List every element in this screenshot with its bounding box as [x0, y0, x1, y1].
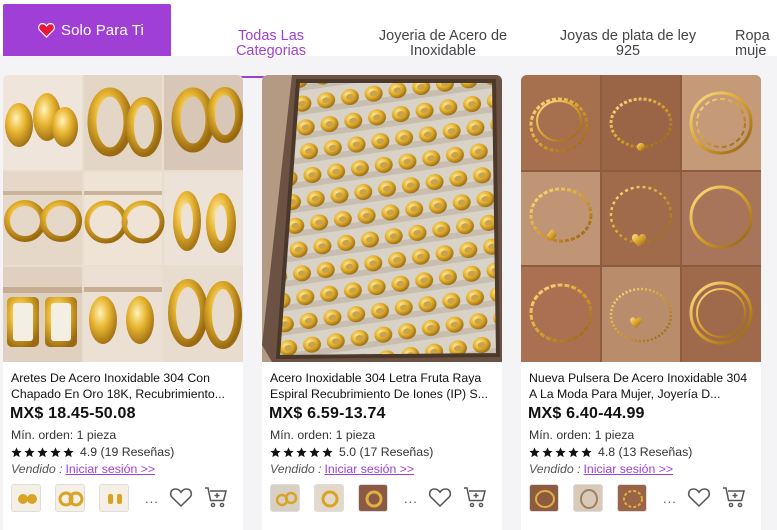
solo-para-ti-label: Solo Para Ti: [61, 21, 144, 39]
product-rating: 4.9 (19 Reseñas): [11, 445, 174, 459]
variant-swatch[interactable]: [11, 484, 41, 512]
login-link[interactable]: Iniciar sesión >>: [584, 462, 674, 476]
star-icon: [296, 446, 307, 457]
star-icon: [283, 446, 294, 457]
star-icon: [568, 446, 579, 457]
variant-swatch[interactable]: [529, 484, 559, 512]
add-to-cart-icon[interactable]: [463, 485, 487, 509]
star-icon: [322, 446, 333, 457]
star-icon: [24, 446, 35, 457]
category-nav: Solo Para Ti Todas Las Categorias Joyeri…: [0, 0, 777, 78]
min-order: Mín. orden: 1 pieza: [529, 428, 635, 442]
variant-swatch[interactable]: [270, 484, 300, 512]
variant-swatch[interactable]: [358, 484, 388, 512]
rating-text: 4.9 (19 Reseñas): [80, 445, 175, 459]
product-title[interactable]: Aretes De Acero Inoxidable 304 Con Chapa…: [11, 370, 237, 402]
seller-line: Vendido : Iniciar sesión >>: [270, 462, 414, 476]
variant-swatch[interactable]: [573, 484, 603, 512]
product-image-earrings[interactable]: [3, 75, 243, 362]
heart-outline-icon[interactable]: [169, 486, 193, 508]
tab-ropa-mujer[interactable]: Ropa muje: [735, 14, 777, 59]
star-icon: [11, 446, 22, 457]
star-icon: [581, 446, 592, 457]
login-link[interactable]: Iniciar sesión >>: [66, 462, 156, 476]
variant-swatches: ...: [529, 484, 677, 512]
more-variants[interactable]: ...: [145, 491, 159, 506]
rating-stars: [529, 446, 592, 458]
variant-swatches: ...: [11, 484, 159, 512]
tab-joyeria-acero[interactable]: Joyeria de Acero de Inoxidable: [370, 14, 516, 59]
variant-swatch[interactable]: [314, 484, 344, 512]
min-order: Mín. orden: 1 pieza: [11, 428, 117, 442]
add-to-cart-icon[interactable]: [204, 485, 228, 509]
product-image-rings[interactable]: [262, 75, 502, 362]
min-order: Mín. orden: 1 pieza: [270, 428, 376, 442]
tab-label: Todas Las Categorias: [235, 28, 307, 59]
variant-swatch[interactable]: [617, 484, 647, 512]
product-card[interactable]: Acero Inoxidable 304 Letra Fruta Raya Es…: [262, 75, 502, 530]
tab-todas-las-categorias[interactable]: Todas Las Categorias: [228, 14, 314, 78]
seller-label: Vendido :: [270, 462, 322, 476]
heart-icon: [38, 23, 55, 38]
product-price: MX$ 6.59-13.74: [269, 405, 386, 422]
star-icon: [270, 446, 281, 457]
product-rating: 4.8 (13 Reseñas): [529, 445, 692, 459]
seller-line: Vendido : Iniciar sesión >>: [529, 462, 673, 476]
more-variants[interactable]: ...: [404, 491, 418, 506]
variant-swatch[interactable]: [55, 484, 85, 512]
star-icon: [37, 446, 48, 457]
tab-label: Joyeria de Acero de Inoxidable: [378, 28, 508, 59]
star-icon: [63, 446, 74, 457]
seller-line: Vendido : Iniciar sesión >>: [11, 462, 155, 476]
tab-label: Ropa muje: [735, 28, 770, 59]
star-icon: [309, 446, 320, 457]
product-title[interactable]: Nueva Pulsera De Acero Inoxidable 304 A …: [529, 370, 755, 402]
rating-text: 5.0 (17 Reseñas): [339, 445, 434, 459]
star-icon: [542, 446, 553, 457]
product-price: MX$ 18.45-50.08: [10, 405, 136, 422]
tab-label: Joyas de plata de ley 925: [559, 28, 697, 59]
rating-stars: [11, 446, 74, 458]
variant-swatches: ...: [270, 484, 418, 512]
product-rating: 5.0 (17 Reseñas): [270, 445, 433, 459]
rating-stars: [270, 446, 333, 458]
tab-joyas-plata[interactable]: Joyas de plata de ley 925: [553, 14, 703, 59]
seller-label: Vendido :: [11, 462, 63, 476]
heart-outline-icon[interactable]: [428, 486, 452, 508]
variant-swatch[interactable]: [99, 484, 129, 512]
seller-label: Vendido :: [529, 462, 581, 476]
product-card[interactable]: Nueva Pulsera De Acero Inoxidable 304 A …: [521, 75, 761, 530]
product-title[interactable]: Acero Inoxidable 304 Letra Fruta Raya Es…: [270, 370, 496, 402]
more-variants[interactable]: ...: [663, 491, 677, 506]
product-card[interactable]: Aretes De Acero Inoxidable 304 Con Chapa…: [3, 75, 243, 530]
product-price: MX$ 6.40-44.99: [528, 405, 645, 422]
rating-text: 4.8 (13 Reseñas): [598, 445, 693, 459]
star-icon: [50, 446, 61, 457]
login-link[interactable]: Iniciar sesión >>: [325, 462, 415, 476]
star-icon: [555, 446, 566, 457]
product-image-bracelets[interactable]: [521, 75, 761, 362]
heart-outline-icon[interactable]: [687, 486, 711, 508]
solo-para-ti-tab[interactable]: Solo Para Ti: [3, 4, 171, 56]
star-icon: [529, 446, 540, 457]
add-to-cart-icon[interactable]: [722, 485, 746, 509]
